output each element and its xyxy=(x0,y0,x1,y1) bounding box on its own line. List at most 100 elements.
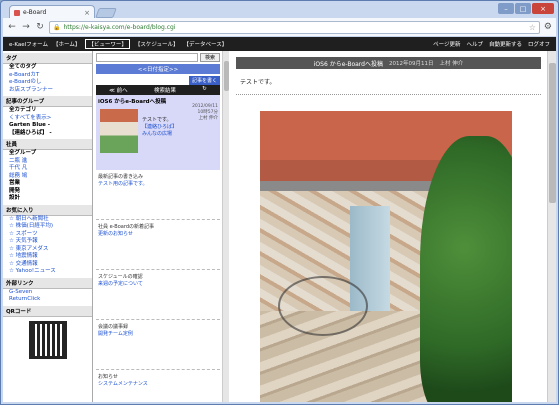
post-list-item[interactable]: お知らせ システムメンテナンス xyxy=(96,372,220,402)
address-bar[interactable]: 🔒 https://e-kaisya.com/e-board/blog.cgi … xyxy=(49,20,540,34)
bookmark-star-icon[interactable]: ☆ xyxy=(529,23,536,32)
favorite-item[interactable]: ☆ 東京アメダス xyxy=(3,246,92,254)
all-categories-link[interactable]: 全カテゴリ xyxy=(3,107,92,115)
auto-refresh-link[interactable]: 自動更新する xyxy=(489,40,522,48)
qr-heading: QRコード xyxy=(3,305,92,317)
selected-post[interactable]: iOS6 からe-Boardへ投稿 2012/09/11 10時57分 上村 伸… xyxy=(96,95,220,170)
selected-post-author: 上村 伸介 xyxy=(198,116,218,121)
results-label: 検索結果 xyxy=(153,88,176,94)
selected-post-thumbnail xyxy=(100,109,138,153)
close-window-button[interactable]: × xyxy=(532,3,554,14)
post-list-scrollbar[interactable] xyxy=(222,51,229,402)
favorite-item[interactable]: ☆ 地震情報 xyxy=(3,253,92,261)
company-heading: 社員 xyxy=(3,139,92,150)
logoff-link[interactable]: ログオフ xyxy=(528,40,550,48)
help-link[interactable]: ヘルプ xyxy=(466,40,483,48)
refresh-link[interactable]: ページ更新 xyxy=(433,40,460,48)
divider xyxy=(236,94,541,95)
favorites-heading: お気に入り xyxy=(3,204,92,216)
post-detail-pane: iOS6 からe-Boardへ投稿 2012年09月11日 上村 伸介 テストで… xyxy=(230,51,547,402)
window-controls: – □ × xyxy=(498,3,554,14)
favorite-item[interactable]: ☆ 天気予報 xyxy=(3,238,92,246)
tag-item[interactable]: e-Boardのし xyxy=(3,79,92,87)
refresh-icon[interactable]: ↻ xyxy=(202,86,207,94)
post-list-item[interactable]: スケジュールの確認 来週の予定について xyxy=(96,272,220,320)
reload-icon[interactable]: ↻ xyxy=(35,22,45,32)
browser-window: e-Board × – □ × ← → ↻ 🔒 https://e-kaisya… xyxy=(0,0,559,405)
post-list-item[interactable]: 社員 e-Boardの新着記事 更新のお知らせ xyxy=(96,222,220,270)
post-author: 上村 伸介 xyxy=(439,61,464,67)
post-list-item[interactable]: 最新記事の書き込み テスト用の記事です。 xyxy=(96,172,220,220)
post-excerpt: 更新のお知らせ xyxy=(98,230,133,237)
search-input[interactable] xyxy=(96,53,198,62)
selected-post-line[interactable]: みんなの広場 xyxy=(142,131,177,138)
search-button[interactable]: 検索 xyxy=(199,53,220,62)
nav-viewer[interactable]: 【ビューワー】 xyxy=(85,39,130,49)
back-icon[interactable]: ← xyxy=(7,22,17,32)
browser-toolbar: ← → ↻ 🔒 https://e-kaisya.com/e-board/blo… xyxy=(3,18,556,36)
selected-post-meta: 2012/09/11 10時57分 上村 伸介 xyxy=(192,104,218,122)
favorite-item[interactable]: ☆ 株価(日経平均) xyxy=(3,223,92,231)
prev-link[interactable]: ≪ 前へ xyxy=(109,86,128,94)
all-groups-link[interactable]: 全グループ xyxy=(3,150,92,158)
left-sidebar: タグ 全てのタグ e-BoardカT e-Boardのし お店スプランナー 記事… xyxy=(3,51,93,402)
member-item[interactable]: 総務 鳩 xyxy=(3,173,92,181)
nav-home[interactable]: 【ホーム】 xyxy=(53,40,80,48)
date-select-bar[interactable]: <<日付指定>> xyxy=(96,64,220,74)
site-top-nav: e-Kaelフォーム 【ホーム】 【ビューワー】 【スケジュール】 【データベー… xyxy=(3,37,556,51)
favorite-item[interactable]: ☆ スポーツ xyxy=(3,231,92,239)
new-post-button[interactable]: 記事を書く xyxy=(188,76,220,85)
member-item[interactable]: 設計 xyxy=(3,195,92,203)
member-item[interactable]: 開発 xyxy=(3,188,92,196)
tab-close-icon[interactable]: × xyxy=(84,9,90,17)
nav-database[interactable]: 【データベース】 xyxy=(183,40,227,48)
group-item[interactable]: 【連絡ひろば】 - xyxy=(3,130,92,138)
new-tab-button[interactable] xyxy=(95,8,117,18)
wrench-menu-icon[interactable]: ⚙ xyxy=(544,22,552,32)
scroll-thumb[interactable] xyxy=(224,61,229,91)
qr-code-image xyxy=(29,320,67,359)
tags-heading: タグ xyxy=(3,53,92,64)
browser-tab[interactable]: e-Board × xyxy=(9,5,95,19)
post-excerpt: 開発チーム定例 xyxy=(98,330,133,337)
detail-scrollbar[interactable] xyxy=(547,51,556,402)
all-tags-link[interactable]: 全てのタグ xyxy=(3,64,92,72)
group-item[interactable]: くすべてを表示> xyxy=(3,115,92,123)
post-date: 2012年09月11日 xyxy=(388,61,434,67)
selected-post-body: テストです。 【連絡ひろば】 みんなの広場 xyxy=(142,117,177,138)
favicon-icon xyxy=(14,9,20,16)
minimize-button[interactable]: – xyxy=(498,3,514,14)
member-item[interactable]: 千代 凡 xyxy=(3,165,92,173)
list-nav-bar: ≪ 前へ 検索結果 ↻ xyxy=(96,85,220,95)
post-photo xyxy=(260,111,512,402)
url-text: https://e-kaisya.com/e-board/blog.cgi xyxy=(63,23,176,31)
tag-item[interactable]: お店スプランナー xyxy=(3,87,92,95)
tag-item[interactable]: e-BoardカT xyxy=(3,72,92,80)
brand-link[interactable]: e-Kaelフォーム xyxy=(9,40,48,48)
member-item[interactable]: 営業 xyxy=(3,180,92,188)
forward-icon[interactable]: → xyxy=(21,22,31,32)
external-link[interactable]: G-Seven xyxy=(3,289,92,297)
group-heading: 記事のグループ xyxy=(3,96,92,107)
group-item[interactable]: Garten Blue - xyxy=(3,122,92,130)
scroll-thumb[interactable] xyxy=(549,63,556,203)
post-excerpt: 来週の予定について xyxy=(98,280,143,287)
lock-icon: 🔒 xyxy=(53,23,61,31)
maximize-button[interactable]: □ xyxy=(515,3,531,14)
search-row: 検索 xyxy=(94,51,222,64)
nav-schedule[interactable]: 【スケジュール】 xyxy=(135,40,179,48)
favorite-item[interactable]: ☆ 交通情報 xyxy=(3,261,92,269)
post-list-item[interactable]: 会議の議事録 開発チーム定例 xyxy=(96,322,220,370)
external-links-heading: 外部リンク xyxy=(3,277,92,289)
web-page: e-Kaelフォーム 【ホーム】 【ビューワー】 【スケジュール】 【データベー… xyxy=(3,37,556,402)
post-excerpt: テスト用の記事です。 xyxy=(98,180,148,187)
external-link[interactable]: ReturnClick xyxy=(3,296,92,304)
favorite-item[interactable]: ☆ 朝日へ新聞社 xyxy=(3,216,92,224)
favorite-item[interactable]: ☆ Yahoo!ニュース xyxy=(3,268,92,276)
post-body-text: テストです。 xyxy=(240,79,276,86)
member-item[interactable]: 二瓶 進 xyxy=(3,158,92,166)
post-header: iOS6 からe-Boardへ投稿 2012年09月11日 上村 伸介 xyxy=(236,57,541,69)
post-list-pane: 検索 <<日付指定>> 記事を書く ≪ 前へ 検索結果 ↻ iOS6 からe-B… xyxy=(94,51,222,402)
selected-post-line[interactable]: 【連絡ひろば】 xyxy=(142,124,177,131)
selected-post-line: テストです。 xyxy=(142,117,172,123)
